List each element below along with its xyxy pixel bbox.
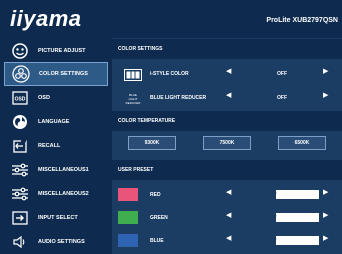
blue-light-reducer-label: BLUE LIGHT REDUCER — [150, 95, 207, 101]
sidebar-item-miscellaneous2[interactable]: MISCELLANEOUS2 — [0, 182, 110, 206]
red-label: RED — [150, 192, 161, 198]
sidebar-item-recall[interactable]: RECALL — [0, 134, 110, 158]
istyle-color-row[interactable]: i-STYLE COLOR ◀ OFF ▶ — [112, 62, 342, 86]
sidebar-item-picture-adjust[interactable]: PICTURE ADJUST — [0, 39, 110, 63]
temp-7500k-button[interactable]: 7500K — [203, 136, 251, 150]
sidebar-item-label: PICTURE ADJUST — [38, 48, 86, 54]
sidebar-item-input-select[interactable]: INPUT SELECT — [0, 206, 110, 230]
arrow-left-icon[interactable]: ◀ — [226, 68, 231, 75]
section-header-user-preset: USER PRESET — [112, 160, 342, 180]
blue-swatch — [118, 234, 138, 247]
temp-6500k-button[interactable]: 6500K — [278, 136, 326, 150]
green-slider[interactable]: 50 — [233, 213, 319, 222]
red-slider[interactable]: 50 — [233, 190, 319, 199]
recall-icon — [10, 137, 30, 155]
osd-icon: OSD — [10, 89, 30, 107]
color-palette-icon — [11, 65, 31, 83]
istyle-color-label: i-STYLE COLOR — [150, 71, 189, 77]
arrow-right-icon[interactable]: ▶ — [323, 68, 328, 75]
red-swatch — [118, 188, 138, 201]
sidebar: PICTURE ADJUST COLOR SETTINGS OSD OSD LA… — [0, 38, 110, 254]
input-select-icon — [10, 209, 30, 227]
smiley-icon — [10, 42, 30, 60]
sidebar-item-label: LANGUAGE — [38, 119, 70, 125]
sidebar-item-color-settings[interactable]: COLOR SETTINGS — [4, 62, 108, 86]
red-slider-fill — [233, 190, 276, 199]
blue-light-reducer-icon: BLUE LIGHT REDUCER — [124, 92, 142, 111]
sidebar-item-label: COLOR SETTINGS — [39, 71, 88, 77]
arrow-left-icon[interactable]: ◀ — [226, 189, 231, 196]
header: iiyama ProLite XUB2797QSN — [0, 0, 342, 38]
arrow-left-icon[interactable]: ◀ — [226, 235, 231, 242]
green-label: GREEN — [150, 215, 168, 221]
sidebar-item-label: MISCELLANEOUS2 — [38, 191, 89, 197]
osd-window: iiyama ProLite XUB2797QSN PICTURE ADJUST… — [0, 0, 342, 254]
green-swatch — [118, 211, 138, 224]
user-preset-blue-row[interactable]: BLUE ◀ 50 ▶ — [112, 229, 342, 253]
sidebar-item-language[interactable]: LANGUAGE — [0, 110, 110, 134]
sliders-icon — [10, 161, 30, 179]
green-slider-fill — [233, 213, 276, 222]
blue-slider-value: 50 — [272, 236, 277, 241]
user-preset-red-row[interactable]: RED ◀ 50 ▶ — [112, 183, 342, 207]
sidebar-item-label: MISCELLANEOUS1 — [38, 167, 89, 173]
arrow-right-icon[interactable]: ▶ — [323, 189, 328, 196]
section-header-color-settings: COLOR SETTINGS — [112, 39, 342, 59]
speaker-icon — [10, 233, 30, 251]
color-settings-panel: COLOR SETTINGS i-STYLE COLOR ◀ OFF ▶ BLU… — [112, 38, 342, 254]
sidebar-item-audio-settings[interactable]: AUDIO SETTINGS — [0, 230, 110, 254]
blue-label: BLUE — [150, 238, 164, 244]
blue-slider[interactable]: 50 — [233, 236, 319, 245]
sidebar-item-label: AUDIO SETTINGS — [38, 239, 85, 245]
svg-text:OSD: OSD — [15, 97, 26, 103]
arrow-left-icon[interactable]: ◀ — [226, 92, 231, 99]
arrow-right-icon[interactable]: ▶ — [323, 92, 328, 99]
istyle-icon — [124, 68, 142, 86]
arrow-right-icon[interactable]: ▶ — [323, 235, 328, 242]
sidebar-item-osd[interactable]: OSD OSD — [0, 86, 110, 110]
blue-light-reducer-row[interactable]: BLUE LIGHT REDUCER BLUE LIGHT REDUCER ◀ OF… — [112, 86, 342, 110]
red-slider-value: 50 — [272, 190, 277, 195]
svg-text:REDUCER: REDUCER — [126, 101, 142, 105]
user-preset-green-row[interactable]: GREEN ◀ 50 ▶ — [112, 206, 342, 230]
sliders-icon — [10, 185, 30, 203]
sidebar-item-label: OSD — [38, 95, 50, 101]
sidebar-item-label: INPUT SELECT — [38, 215, 78, 221]
sidebar-item-label: RECALL — [38, 143, 61, 149]
arrow-left-icon[interactable]: ◀ — [226, 212, 231, 219]
blue-light-reducer-value: OFF — [277, 95, 287, 101]
sidebar-item-miscellaneous1[interactable]: MISCELLANEOUS1 — [0, 158, 110, 182]
globe-icon — [10, 113, 30, 131]
model-name: ProLite XUB2797QSN — [266, 17, 338, 24]
brand-logo: iiyama — [10, 6, 82, 31]
temp-9300k-button[interactable]: 9300K — [128, 136, 176, 150]
istyle-color-value: OFF — [277, 71, 287, 77]
section-header-color-temperature: COLOR TEMPERATURE — [112, 111, 342, 131]
arrow-right-icon[interactable]: ▶ — [323, 212, 328, 219]
green-slider-value: 50 — [272, 213, 277, 218]
blue-slider-fill — [233, 236, 276, 245]
